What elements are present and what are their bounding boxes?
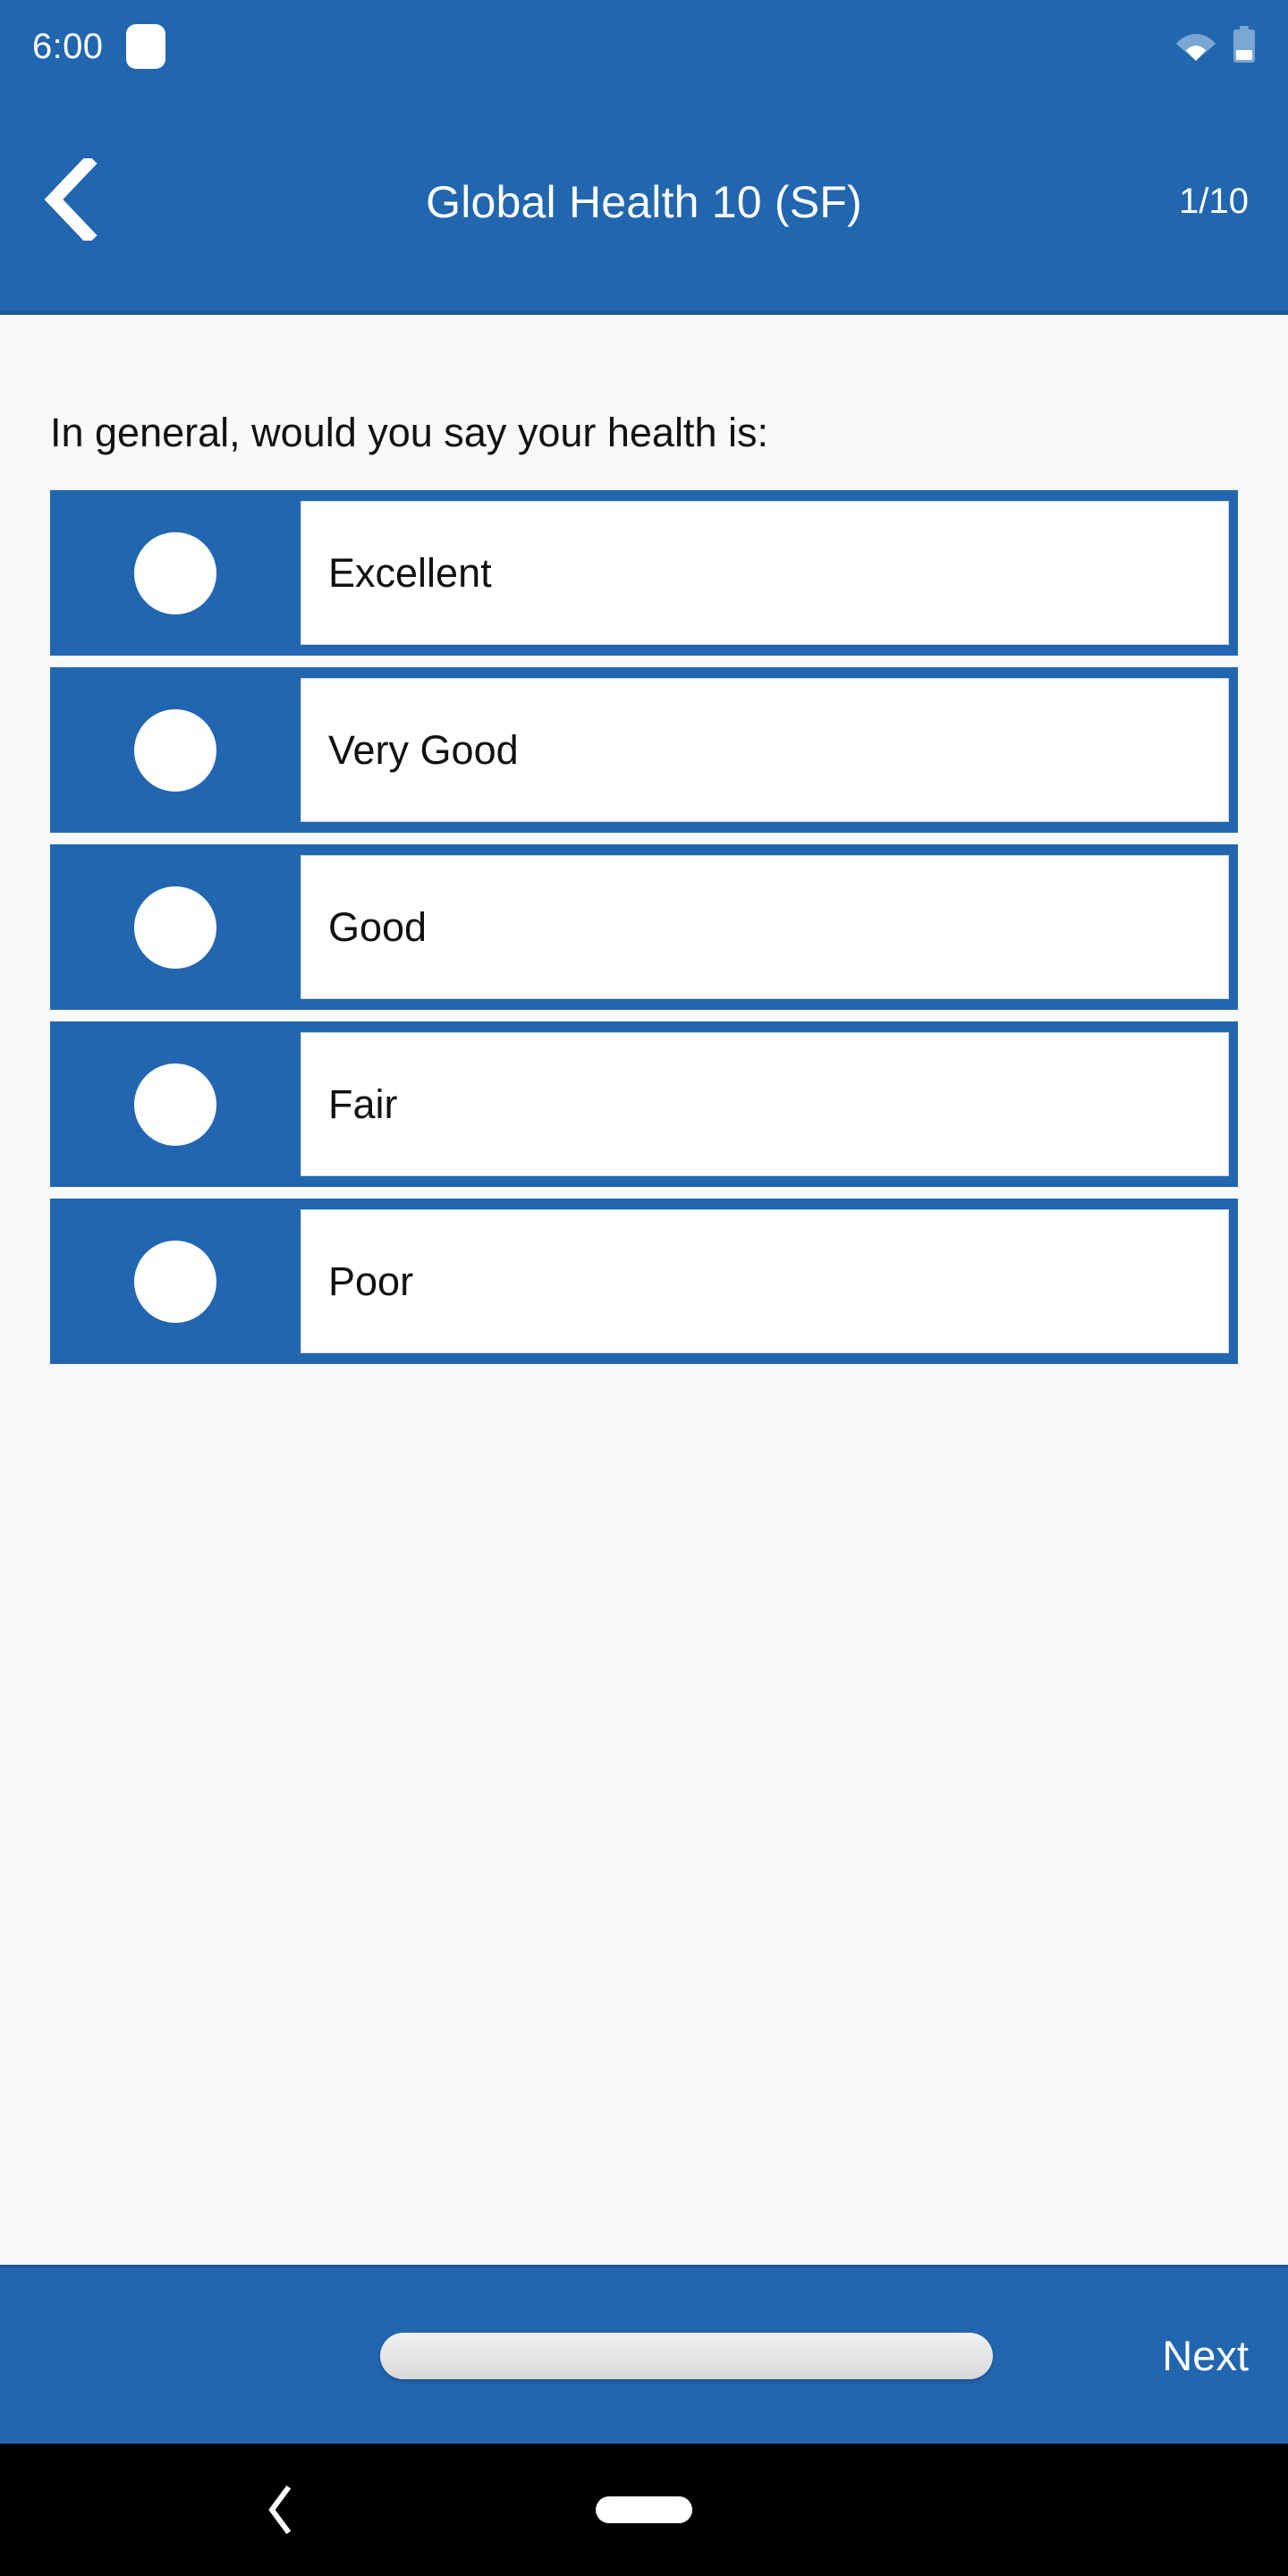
wifi-icon	[1175, 29, 1216, 65]
status-clock: 6:00	[32, 27, 104, 66]
question-prompt: In general, would you say your health is…	[50, 410, 768, 455]
option-label-box[interactable]: Very Good	[301, 678, 1229, 823]
radio-cell[interactable]	[50, 531, 301, 614]
radio-button-icon[interactable]	[134, 886, 216, 969]
chevron-left-icon	[43, 154, 98, 245]
option-row-very-good[interactable]: Very Good	[50, 667, 1238, 834]
option-label: Good	[328, 903, 428, 950]
status-bar-left: 6:00	[32, 24, 166, 69]
bottom-action-bar: Next	[0, 2265, 1288, 2444]
option-label-box[interactable]: Good	[301, 855, 1229, 1000]
notification-chip-icon	[126, 24, 166, 69]
app-bar: Global Health 10 (SF) 1/10	[0, 93, 1288, 315]
radio-cell[interactable]	[50, 708, 301, 792]
question-counter: 1/10	[1179, 182, 1249, 221]
option-row-poor[interactable]: Poor	[50, 1199, 1238, 1365]
option-label: Fair	[328, 1080, 398, 1127]
radio-button-icon[interactable]	[134, 1063, 216, 1146]
option-row-excellent[interactable]: Excellent	[50, 490, 1238, 657]
radio-cell[interactable]	[50, 1240, 301, 1323]
back-button[interactable]	[43, 154, 129, 245]
option-row-fair[interactable]: Fair	[50, 1021, 1238, 1188]
battery-low-icon	[1233, 25, 1256, 68]
option-label: Excellent	[328, 549, 492, 596]
progress-slider[interactable]	[380, 2332, 993, 2379]
status-bar-right	[1175, 25, 1256, 68]
content-area: In general, would you say your health is…	[0, 315, 1288, 2265]
page-title: Global Health 10 (SF)	[426, 176, 862, 227]
app-screen: 6:00 Global Health 10 (SF) 1/10 In gener…	[0, 0, 1288, 2576]
next-button[interactable]: Next	[1162, 2331, 1249, 2380]
status-bar: 6:00	[0, 0, 1288, 93]
option-row-good[interactable]: Good	[50, 844, 1238, 1011]
android-navigation-bar	[0, 2444, 1288, 2576]
option-label-box[interactable]: Fair	[301, 1032, 1229, 1177]
option-label: Very Good	[328, 726, 519, 773]
android-home-pill-icon[interactable]	[596, 2496, 692, 2523]
radio-button-icon[interactable]	[134, 708, 216, 792]
radio-button-icon[interactable]	[134, 531, 216, 614]
option-label-box[interactable]: Excellent	[301, 501, 1229, 646]
option-label: Poor	[328, 1258, 414, 1304]
option-label-box[interactable]: Poor	[301, 1209, 1229, 1354]
answer-options-list: Excellent Very Good Good Fair Poor	[50, 490, 1238, 1365]
android-back-icon[interactable]	[253, 2483, 307, 2537]
radio-cell[interactable]	[50, 1063, 301, 1146]
radio-button-icon[interactable]	[134, 1240, 216, 1323]
radio-cell[interactable]	[50, 886, 301, 969]
